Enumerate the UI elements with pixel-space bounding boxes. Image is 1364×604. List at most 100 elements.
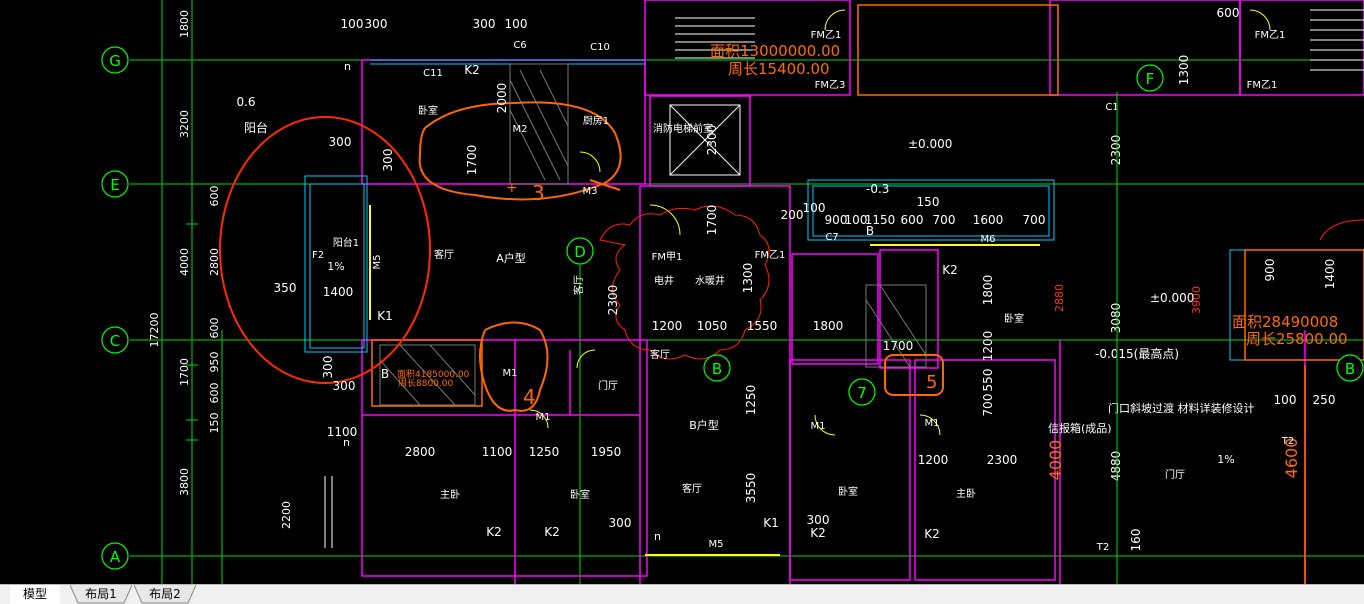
markup-number-3: 3	[532, 181, 545, 205]
dim-r-700v: 700	[981, 394, 995, 417]
dim-r-1300v: 1300	[1177, 55, 1191, 86]
dim-a-300d: 300	[333, 379, 356, 393]
dim-bot-2800: 2800	[405, 445, 436, 459]
label-elec-well: 电井	[654, 274, 674, 287]
label-balcony-name: 阳台	[244, 120, 268, 135]
label-slope-right: 1%	[1217, 453, 1234, 466]
label-b-marker: B	[866, 224, 874, 238]
label-c11: C11	[423, 68, 443, 79]
floor-plan-drawing[interactable]: G E C A D B 7 F B 1800 3200 600 2800 400…	[0, 0, 1364, 584]
label-m5: M5	[372, 255, 383, 270]
dim-top-100b: 100	[505, 17, 528, 31]
dim-mid-1550: 1550	[747, 319, 778, 333]
label-living-mid: 客厅	[650, 348, 670, 361]
label-m1-d: M1	[925, 418, 940, 429]
tab-model-label: 模型	[22, 587, 47, 601]
label-fm1-right: FM乙1	[1255, 29, 1286, 41]
tab-model[interactable]: 模型	[10, 585, 60, 604]
axis-label-b: B	[712, 360, 722, 378]
dim-mid-1700v: 1700	[705, 205, 719, 236]
label-m5-b: M5	[709, 539, 724, 550]
label-b-marker-2: B	[381, 367, 389, 381]
label-unit-b: B户型	[689, 418, 719, 432]
arrow-n-2: n	[343, 436, 350, 449]
label-balcony-note: 0.6	[236, 95, 255, 109]
label-m1-a: M1	[503, 368, 518, 379]
dim-b-700: 700	[933, 213, 956, 227]
tab-layout1[interactable]: 布局1	[70, 585, 132, 604]
dim-bot-1950: 1950	[591, 445, 622, 459]
markup-number-5: 5	[926, 372, 937, 393]
dim-left-3200: 3200	[178, 110, 191, 138]
dim-b-1600: 1600	[973, 213, 1004, 227]
dim-bot-1250: 1250	[529, 445, 560, 459]
dim-left-950: 950	[208, 352, 221, 373]
elevation-zero: ±0.000	[908, 137, 952, 151]
dim-left-4000: 4000	[178, 248, 191, 276]
dim-b-600: 600	[901, 213, 924, 227]
axis-label-7: 7	[857, 384, 867, 402]
label-k2-d: K2	[924, 527, 940, 541]
label-t2b: T2	[1096, 542, 1109, 553]
dim-r-900v: 900	[1263, 259, 1277, 282]
arrow-n-1: n	[344, 60, 351, 73]
mailbox-label: 信报箱(成品)	[1048, 421, 1112, 435]
elevation-zero-right: ±0.000	[1150, 291, 1194, 305]
dim-bot-1100: 1100	[482, 445, 513, 459]
dim-top-300b: 300	[473, 17, 496, 31]
label-m3: M3	[583, 186, 598, 197]
markup-number-4: 4	[523, 385, 536, 409]
label-fm1-top: FM乙1	[811, 29, 842, 41]
label-m1-b: M1	[536, 412, 551, 423]
dim-r-1400v: 1400	[1323, 259, 1337, 290]
label-master-a: 主卧	[440, 488, 460, 501]
dim-a-300v: 300	[381, 149, 395, 172]
cad-drawing-canvas[interactable]: G E C A D B 7 F B 1800 3200 600 2800 400…	[0, 0, 1364, 584]
label-k2-c: K2	[810, 526, 826, 540]
dim-red-2880: 2880	[1053, 284, 1066, 312]
dim-b-150: 150	[917, 195, 940, 209]
dim-mid-1050: 1050	[697, 319, 728, 333]
dim-b-200: 200	[781, 208, 804, 222]
dim-r-600: 600	[1217, 6, 1240, 20]
dim-left-600c: 600	[208, 383, 221, 404]
label-bedroom-top: 卧室	[1004, 312, 1024, 325]
label-living-d: 客厅	[572, 275, 585, 295]
axis-label-g: G	[109, 52, 121, 70]
label-fm1-right2: FM乙1	[1247, 79, 1278, 91]
axis-label-e: E	[110, 176, 119, 194]
dim-left-3800: 3800	[178, 468, 191, 496]
dim-r-1800v: 1800	[981, 275, 995, 306]
dim-mid-2300v: 2300	[606, 285, 620, 316]
label-f2: F2	[312, 250, 324, 261]
dim-a-1700: 1700	[465, 145, 479, 176]
dim-a-300: 300	[329, 135, 352, 149]
dim-a-2000: 2000	[495, 83, 509, 114]
axis-label-f: F	[1146, 70, 1155, 88]
label-k1-b: K1	[763, 516, 779, 530]
dim-r-160v: 160	[1129, 529, 1143, 552]
dim-left-2200: 2200	[280, 501, 293, 529]
elevation-low: -0.3	[866, 182, 889, 196]
label-living-b: 客厅	[682, 482, 702, 495]
area-label-2: 面积28490008	[1232, 313, 1338, 331]
tab-layout2[interactable]: 布局2	[134, 585, 196, 604]
label-bedroom-a: 卧室	[418, 104, 438, 117]
axis-label-a: A	[110, 548, 121, 566]
label-slope: 1%	[327, 260, 344, 273]
dim-left-600: 600	[208, 186, 221, 207]
dim-bot-3550v: 3550	[744, 473, 758, 504]
perimeter-label-1: 周长15400.00	[728, 60, 830, 78]
dim-r-3080v: 3080	[1109, 303, 1123, 334]
label-bedroom-c: 卧室	[838, 485, 858, 498]
label-m2: M2	[513, 124, 528, 135]
area-label-1: 面积13000000.00	[710, 42, 840, 60]
label-m1-c: M1	[811, 421, 826, 432]
dim-b-700b: 700	[1023, 213, 1046, 227]
label-k2-top: K2	[464, 63, 480, 77]
markup-plus: +	[506, 180, 518, 196]
label-fire-stair: 消防电梯前室	[653, 122, 713, 135]
label-balcony-room: 阳台1	[333, 236, 359, 249]
dim-a-350: 350	[274, 281, 297, 295]
dim-top-100: 100	[341, 17, 364, 31]
